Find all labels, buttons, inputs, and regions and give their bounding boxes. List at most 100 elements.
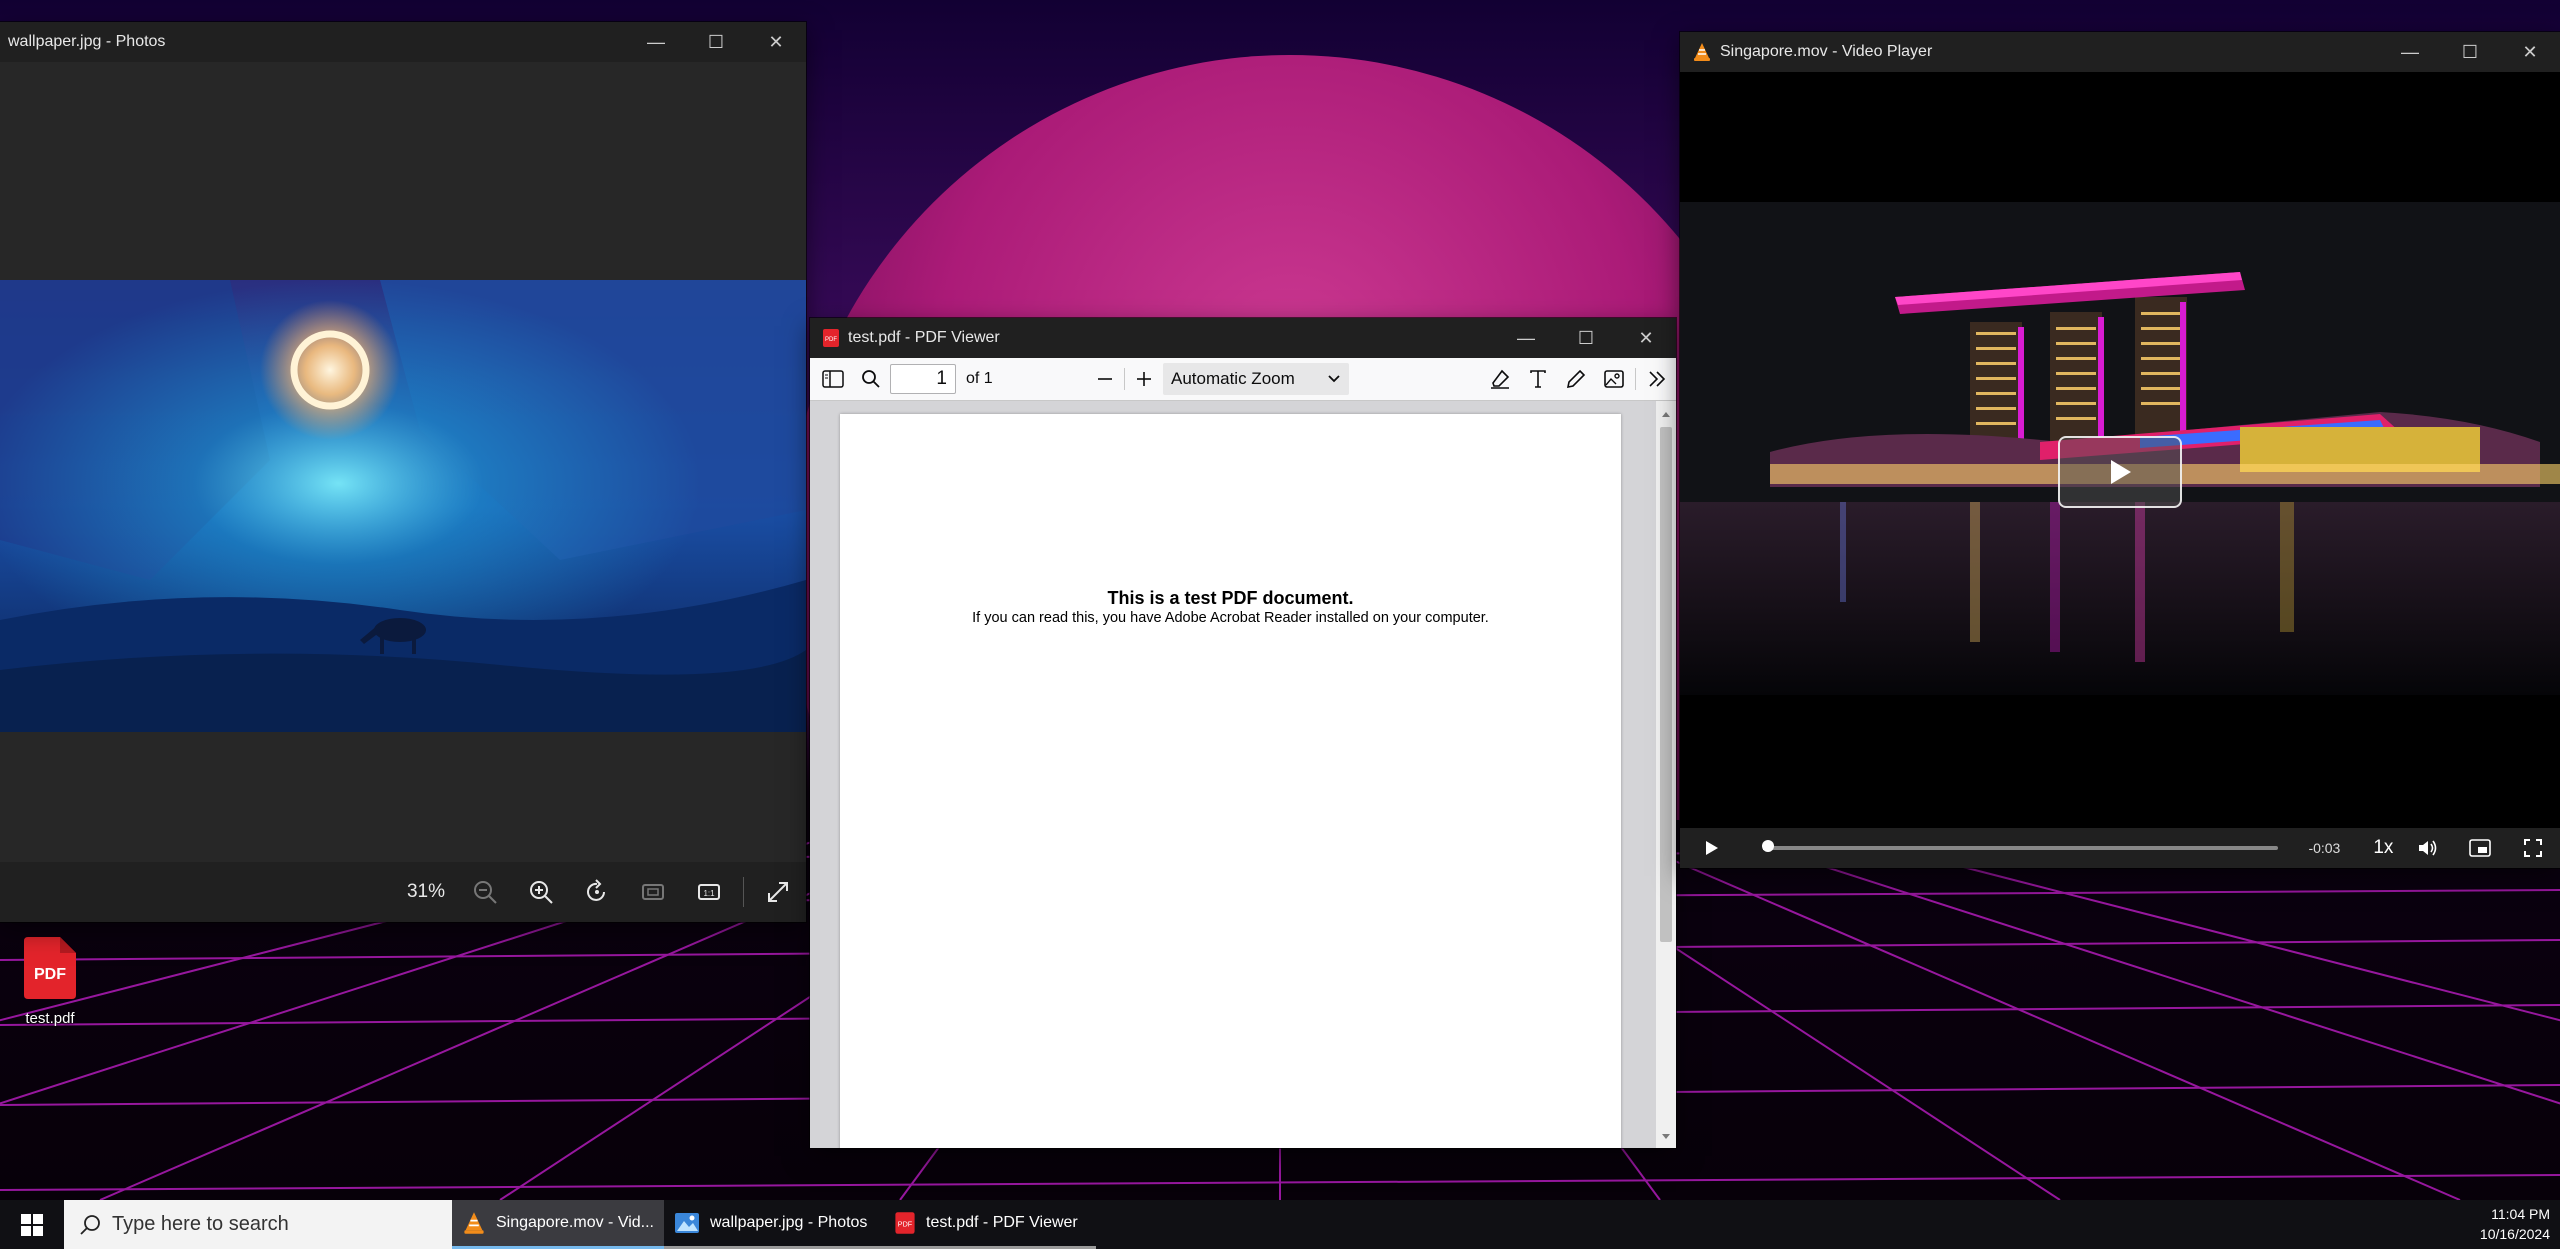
pdf-window-title: test.pdf - PDF Viewer [848, 329, 1000, 346]
toolbar-divider [1635, 368, 1636, 390]
picture-in-picture-button[interactable] [2454, 828, 2507, 868]
svg-text:PDF: PDF [34, 966, 66, 983]
plus-icon [1137, 372, 1151, 386]
pdf-toolbar: of 1 Automatic Zoom [810, 358, 1676, 401]
close-button[interactable]: ✕ [746, 22, 806, 62]
play-icon [2111, 460, 2131, 484]
maximize-button[interactable]: ☐ [1556, 318, 1616, 358]
chevron-down-icon [1328, 375, 1340, 383]
pdf-viewer-window: PDF test.pdf - PDF Viewer — ☐ ✕ of 1 Aut… [810, 318, 1676, 1148]
volume-icon [2418, 840, 2436, 856]
zoom-out-button[interactable] [457, 864, 513, 920]
pdf-body-text: If you can read this, you have Adobe Acr… [972, 610, 1489, 626]
pdf-page: This is a test PDF document. If you can … [840, 414, 1621, 1148]
vlc-cone-icon [1694, 43, 1710, 61]
text-button[interactable] [1519, 360, 1557, 398]
scroll-up-icon [1662, 412, 1670, 417]
zoom-in-button[interactable] [1125, 360, 1163, 398]
draw-button[interactable] [1557, 360, 1595, 398]
minimize-button[interactable]: — [626, 22, 686, 62]
scrollbar-thumb[interactable] [1660, 427, 1672, 942]
zoom-out-button[interactable] [1086, 360, 1124, 398]
taskbar-app-photos[interactable]: wallpaper.jpg - Photos [664, 1200, 884, 1249]
text-icon [1530, 370, 1546, 388]
image-icon [1604, 370, 1624, 388]
video-titlebar[interactable]: Singapore.mov - Video Player — ☐ ✕ [1680, 32, 2560, 72]
fullscreen-button[interactable] [2507, 828, 2560, 868]
fit-to-window-button[interactable] [625, 864, 681, 920]
minimize-button[interactable]: — [1496, 318, 1556, 358]
minimize-button[interactable]: — [2380, 32, 2440, 72]
taskbar-app-label: test.pdf - PDF Viewer [926, 1214, 1078, 1231]
taskbar-app-video-player[interactable]: Singapore.mov - Vid... [452, 1200, 664, 1249]
svg-text:1:1: 1:1 [703, 889, 715, 898]
taskbar-search-box[interactable]: Type here to search [64, 1200, 452, 1249]
minimize-icon: — [2401, 41, 2419, 62]
volume-button[interactable] [2401, 828, 2454, 868]
photos-toolbar: 31% 1:1 [0, 862, 806, 922]
fullscreen-icon [2524, 839, 2543, 857]
zoom-in-button[interactable] [513, 864, 569, 920]
close-button[interactable]: ✕ [2500, 32, 2560, 72]
picture-in-picture-icon [2469, 839, 2492, 857]
page-number-input[interactable] [890, 364, 956, 394]
clock-time: 11:04 PM [2491, 1206, 2550, 1222]
system-clock[interactable]: 11:04 PM 10/16/2024 [2480, 1204, 2550, 1244]
page-count: of 1 [966, 370, 993, 387]
pdf-titlebar[interactable]: PDF test.pdf - PDF Viewer — ☐ ✕ [810, 318, 1676, 358]
search-icon [80, 1214, 100, 1235]
search-placeholder: Type here to search [112, 1213, 289, 1235]
time-remaining: -0:03 [2308, 840, 2341, 856]
maximize-button[interactable]: ☐ [2440, 32, 2500, 72]
maximize-icon: ☐ [1577, 327, 1595, 348]
photo-canvas [0, 62, 806, 862]
center-play-button[interactable] [2058, 436, 2182, 508]
fullscreen-button[interactable] [750, 864, 806, 920]
taskbar-app-label: wallpaper.jpg - Photos [710, 1214, 868, 1231]
desktop-icon-test-pdf[interactable]: PDF test.pdf [10, 935, 90, 1027]
find-button[interactable] [852, 360, 890, 398]
pdf-app-icon: PDF [895, 1212, 915, 1234]
maximize-icon: ☐ [707, 31, 725, 52]
vertical-scrollbar[interactable] [1656, 401, 1676, 1148]
zoom-percentage: 31% [406, 881, 445, 902]
taskbar-app-label: Singapore.mov - Vid... [495, 1214, 654, 1231]
desktop-icon-label: test.pdf [25, 1010, 75, 1027]
minus-icon [1098, 378, 1112, 380]
minimize-icon: — [1517, 327, 1535, 348]
pdf-document-area[interactable]: This is a test PDF document. If you can … [810, 401, 1676, 1148]
pdf-file-icon: PDF [24, 937, 76, 999]
image-button[interactable] [1595, 360, 1633, 398]
double-chevron-right-icon [1649, 371, 1666, 387]
svg-text:PDF: PDF [898, 1220, 913, 1229]
sidebar-icon [822, 370, 844, 388]
close-icon: ✕ [2522, 41, 2538, 62]
highlight-button[interactable] [1481, 360, 1519, 398]
pen-icon [1566, 369, 1586, 389]
maximize-button[interactable]: ☐ [686, 22, 746, 62]
rotate-button[interactable] [569, 864, 625, 920]
playback-speed-button[interactable]: 1x [2366, 837, 2401, 859]
start-button[interactable] [0, 1200, 64, 1249]
zoom-select[interactable]: Automatic Zoom [1163, 363, 1349, 395]
video-player-window: Singapore.mov - Video Player — ☐ ✕ -0:03… [1680, 32, 2560, 868]
close-icon: ✕ [1638, 327, 1654, 348]
sidebar-toggle-button[interactable] [814, 360, 852, 398]
svg-text:PDF: PDF [825, 337, 837, 343]
close-button[interactable]: ✕ [1616, 318, 1676, 358]
taskbar-app-pdf-viewer[interactable]: PDF test.pdf - PDF Viewer [884, 1200, 1096, 1249]
photos-titlebar[interactable]: wallpaper.jpg - Photos — ☐ ✕ [0, 22, 806, 62]
seek-bar[interactable] [1762, 840, 2279, 852]
maximize-icon: ☐ [2461, 41, 2479, 62]
seek-handle[interactable] [1762, 840, 1775, 852]
taskbar: Type here to search Singapore.mov - Vid.… [0, 1200, 2560, 1249]
wallpaper-image [0, 280, 806, 732]
vlc-cone-icon [464, 1212, 484, 1234]
actual-size-button[interactable]: 1:1 [681, 864, 737, 920]
play-icon [1705, 841, 1718, 855]
toolbar-divider [743, 877, 744, 907]
more-tools-button[interactable] [1638, 360, 1676, 398]
video-controls: -0:03 1x [1680, 828, 2560, 868]
close-icon: ✕ [768, 31, 784, 52]
play-button[interactable] [1692, 828, 1731, 868]
